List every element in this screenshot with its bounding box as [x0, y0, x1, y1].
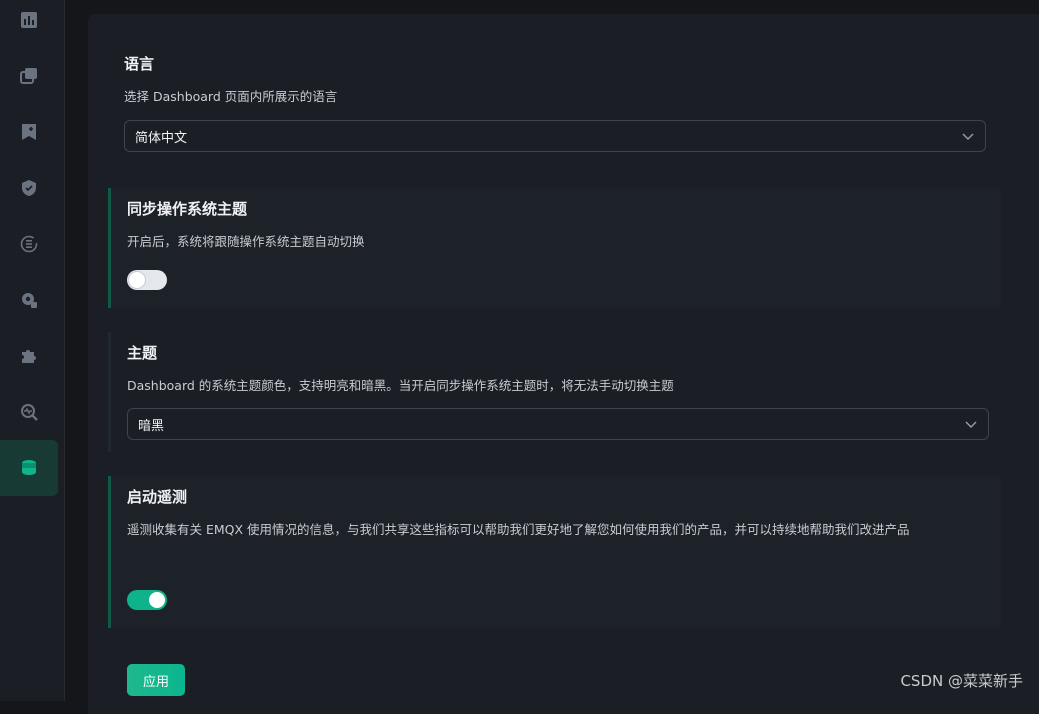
- sidebar-item-extensions[interactable]: [0, 328, 58, 384]
- sync-theme-toggle[interactable]: [127, 270, 167, 290]
- sidebar-item-security[interactable]: [0, 160, 58, 216]
- language-title: 语言: [124, 55, 155, 73]
- telemetry-section: 启动遥测 遥测收集有关 EMQX 使用情况的信息，与我们共享这些指标可以帮助我们…: [108, 476, 1001, 628]
- sync-theme-desc: 开启后，系统将跟随操作系统主题自动切换: [127, 234, 365, 249]
- database-icon: [22, 460, 36, 475]
- settings-panel: 语言 选择 Dashboard 页面内所展示的语言 简体中文 同步操作系统主题 …: [88, 14, 1039, 714]
- sidebar-nav: [0, 0, 65, 701]
- language-select-value: 简体中文: [135, 130, 188, 146]
- sync-theme-title: 同步操作系统主题: [127, 200, 248, 218]
- telemetry-title: 启动遥测: [127, 488, 188, 506]
- toggle-knob: [149, 592, 165, 608]
- shield-check-icon: [22, 180, 36, 196]
- puzzle-icon: [22, 350, 36, 363]
- language-section: 语言 选择 Dashboard 页面内所展示的语言 简体中文: [108, 39, 998, 169]
- theme-select[interactable]: 暗黑: [127, 408, 989, 440]
- gear-puzzle-icon: [22, 293, 37, 308]
- sidebar-item-dashboard[interactable]: [0, 0, 58, 48]
- sidebar-item-connections[interactable]: [0, 48, 58, 104]
- sidebar-item-subscriptions[interactable]: [0, 104, 58, 160]
- telemetry-toggle[interactable]: [127, 590, 167, 610]
- chevron-down-icon: [962, 133, 974, 140]
- apply-button[interactable]: 应用: [127, 664, 185, 696]
- monitor-search-icon: [21, 404, 38, 421]
- theme-select-value: 暗黑: [138, 418, 165, 434]
- theme-section: 主题 Dashboard 的系统主题颜色，支持明亮和暗黑。当开启同步操作系统主题…: [108, 332, 1001, 452]
- refresh-list-icon: [20, 235, 38, 253]
- sidebar-item-diagnose[interactable]: [0, 384, 58, 440]
- chevron-down-icon: [965, 421, 977, 428]
- sidebar-item-data-integration[interactable]: [0, 216, 58, 272]
- language-select[interactable]: 简体中文: [124, 120, 986, 152]
- telemetry-desc: 遥测收集有关 EMQX 使用情况的信息，与我们共享这些指标可以帮助我们更好地了解…: [127, 522, 910, 537]
- sidebar-item-management[interactable]: [0, 272, 58, 328]
- bookmark-add-icon: [22, 124, 36, 140]
- windows-icon: [20, 68, 37, 84]
- watermark: CSDN @菜菜新手: [900, 672, 1023, 690]
- toggle-knob: [129, 272, 145, 288]
- theme-title: 主题: [127, 344, 158, 362]
- chart-icon: [21, 12, 37, 28]
- sidebar-item-system[interactable]: [0, 440, 58, 496]
- language-desc: 选择 Dashboard 页面内所展示的语言: [124, 89, 338, 104]
- top-strip: [65, 0, 1039, 12]
- sync-theme-section: 同步操作系统主题 开启后，系统将跟随操作系统主题自动切换: [108, 188, 1001, 308]
- theme-desc: Dashboard 的系统主题颜色，支持明亮和暗黑。当开启同步操作系统主题时，将…: [127, 378, 674, 393]
